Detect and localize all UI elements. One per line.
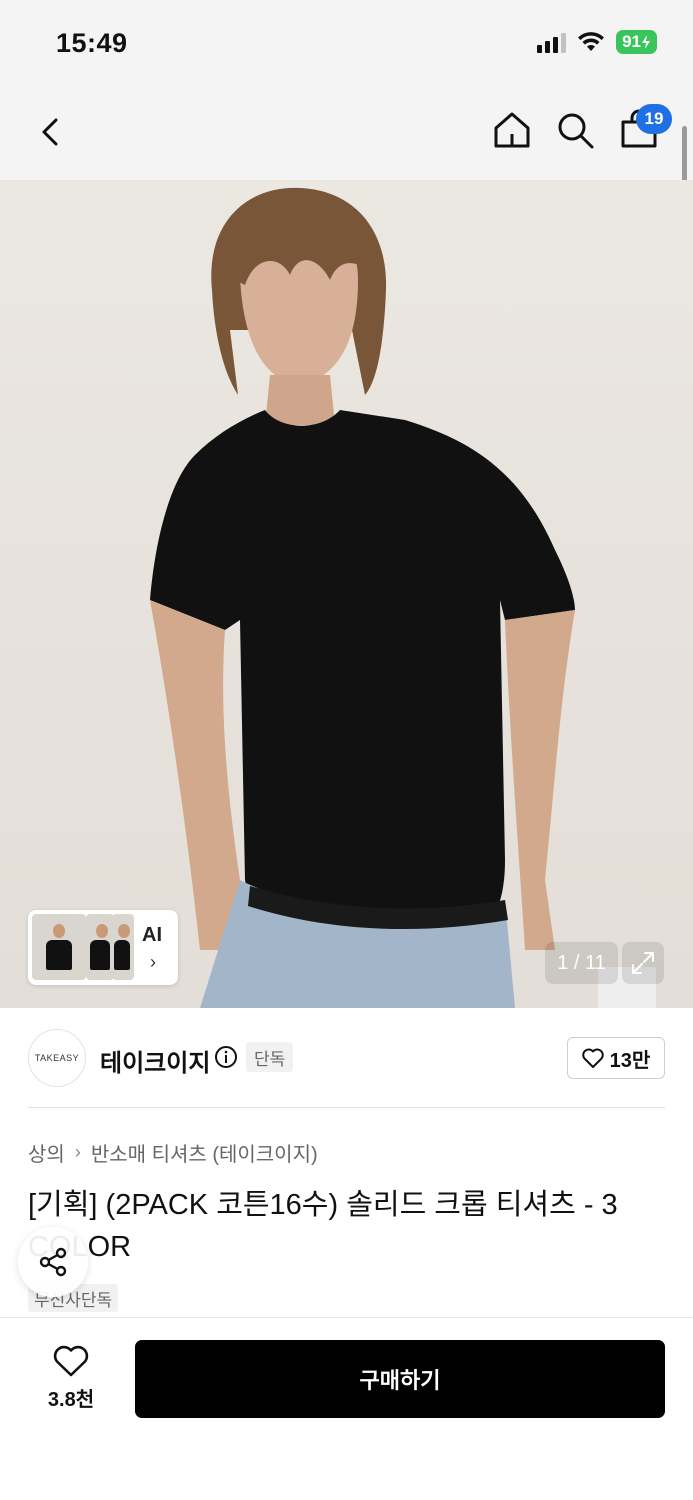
search-button[interactable]: [553, 108, 597, 152]
divider: [28, 1107, 665, 1108]
chevron-right-icon: ›: [150, 952, 156, 972]
navigation-bar: [0, 88, 693, 180]
breadcrumb-category[interactable]: 상의: [28, 1138, 65, 1167]
home-icon: [494, 112, 530, 148]
product-image[interactable]: [0, 180, 693, 1008]
breadcrumb-subcategory[interactable]: 반소매 티셔츠 (테이크이지): [91, 1138, 318, 1167]
chevron-left-icon: [42, 118, 58, 146]
expand-button[interactable]: [622, 942, 664, 984]
status-bar: 15:49 91: [0, 0, 693, 88]
ai-label: AI: [142, 924, 162, 946]
wifi-icon: [578, 32, 605, 51]
info-icon[interactable]: [214, 1045, 238, 1069]
brand-like-count: 13만: [609, 1049, 651, 1072]
heart-icon: [581, 1048, 604, 1068]
image-counter: 1 / 11: [545, 942, 618, 984]
wishlist-count: 3.8천: [47, 1388, 95, 1411]
thumbnail-image: [86, 914, 114, 980]
brand-like-button[interactable]: 13만: [567, 1037, 665, 1079]
cellular-signal-icon: [537, 31, 567, 53]
share-button[interactable]: [18, 1227, 88, 1297]
status-indicators: 91: [537, 30, 657, 54]
status-time: 15:49: [56, 28, 128, 58]
brand-logo[interactable]: TAKEASY: [28, 1029, 86, 1087]
back-button[interactable]: [30, 110, 74, 154]
cart-count-badge: 19: [636, 104, 672, 134]
breadcrumb: 상의 › 반소매 티셔츠 (테이크이지): [28, 1138, 318, 1167]
battery-level: 91: [622, 32, 641, 51]
chevron-right-icon: ›: [74, 1142, 81, 1162]
search-icon: [558, 113, 594, 149]
ai-thumbnail-strip[interactable]: AI ›: [28, 910, 178, 985]
home-button[interactable]: [490, 108, 534, 152]
brand-name[interactable]: 테이크이지: [100, 1043, 210, 1078]
share-icon: [39, 1247, 67, 1277]
buy-button[interactable]: 구매하기: [135, 1340, 665, 1418]
thumbnail-image: [32, 914, 86, 980]
brand-exclusive-badge: 단독: [246, 1042, 294, 1072]
expand-icon: [632, 952, 654, 974]
heart-icon: [53, 1345, 89, 1376]
wishlist-button[interactable]: 3.8천: [30, 1340, 112, 1416]
battery-icon: 91: [616, 30, 657, 54]
product-photo-illustration: [150, 187, 575, 1008]
charging-bolt-icon: [642, 35, 650, 49]
product-title: [기획] (2PACK 코튼16수) 솔리드 크롭 티셔츠 - 3 COLOR: [28, 1189, 618, 1263]
thumbnail-image: [112, 914, 134, 980]
